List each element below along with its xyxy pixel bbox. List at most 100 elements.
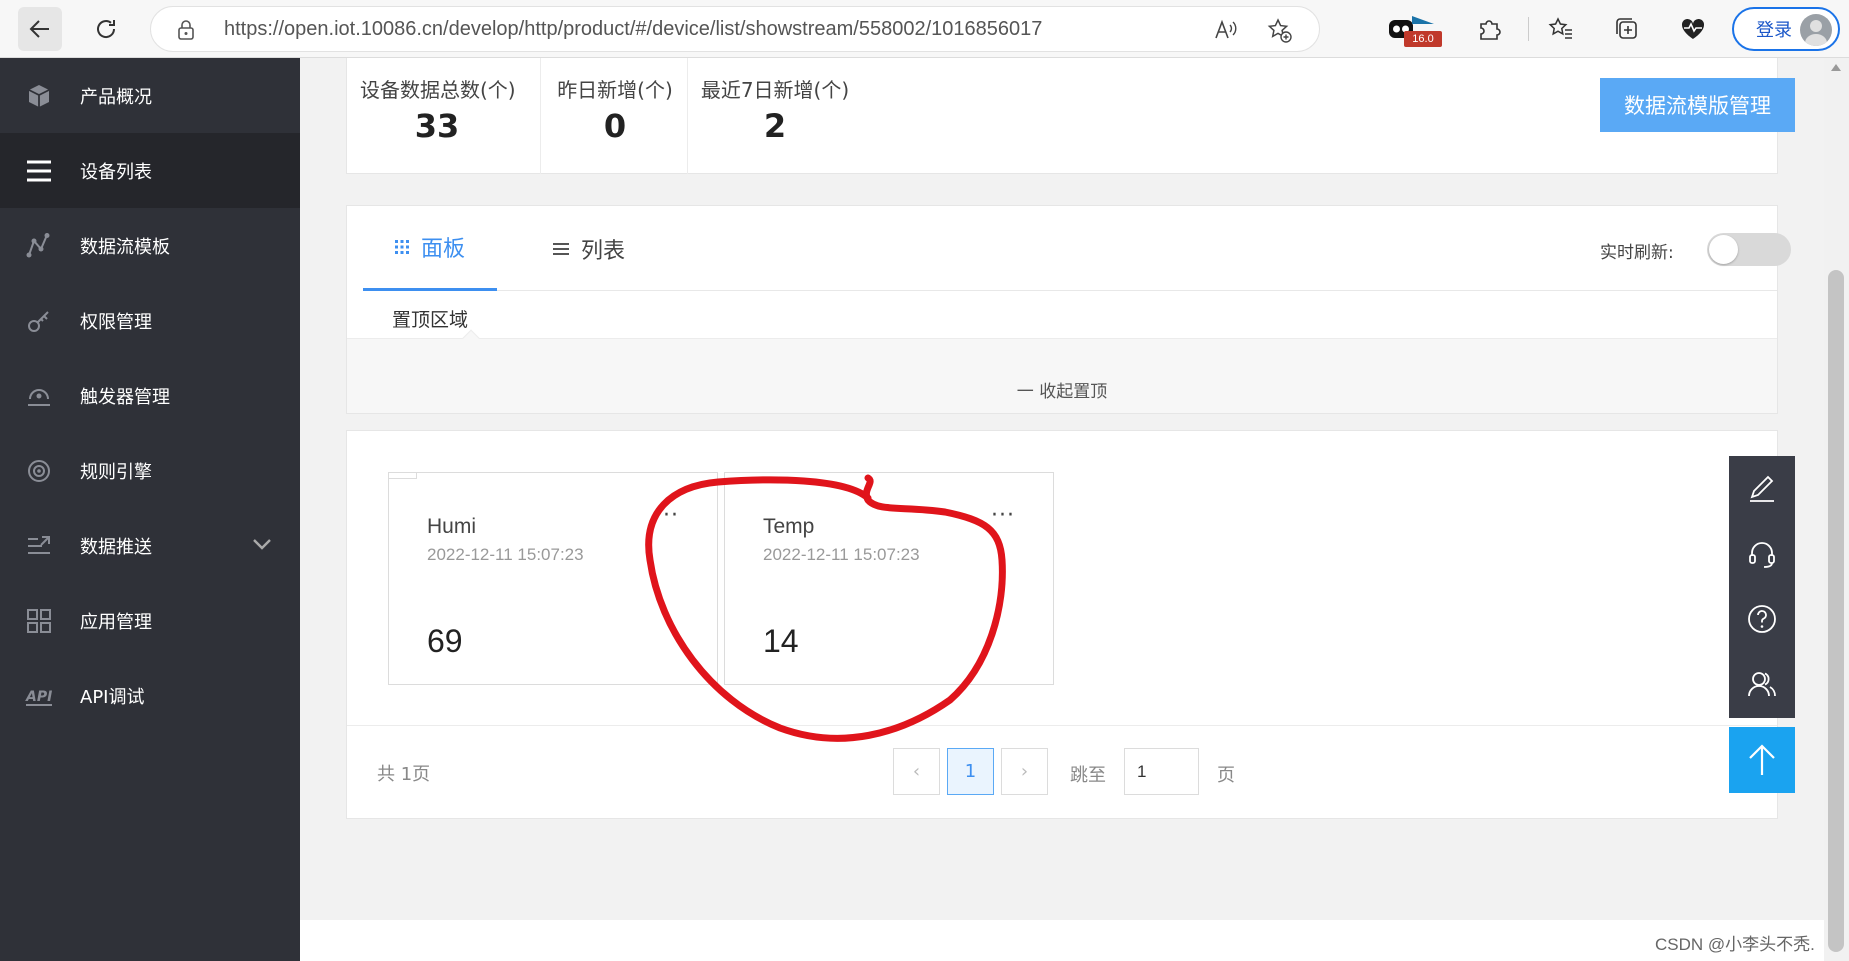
extensions-puzzle-icon[interactable]	[1474, 14, 1504, 44]
community-button[interactable]	[1729, 651, 1795, 716]
watermark: CSDN @小李头不秃.	[1655, 935, 1815, 954]
favorite-add-icon[interactable]	[1267, 18, 1293, 48]
floating-toolbar	[1729, 456, 1795, 718]
card-timestamp: 2022-12-11 15:07:23	[763, 545, 920, 564]
chevron-down-icon[interactable]	[252, 536, 272, 555]
sidebar-item-triggers[interactable]: 触发器管理	[0, 358, 300, 433]
sidebar-item-label: 应用管理	[80, 611, 152, 633]
card-more-button[interactable]: ···	[655, 503, 679, 528]
headset-icon	[1749, 541, 1775, 568]
cube-icon	[24, 82, 54, 110]
arrow-up-icon	[1749, 744, 1775, 775]
sidebar-item-label: 数据流模板	[80, 236, 170, 258]
sidebar-item-rule-engine[interactable]: 规则引擎	[0, 433, 300, 508]
address-bar[interactable]: https://open.iot.10086.cn/develop/http/p…	[150, 6, 1320, 52]
card-name: Temp	[763, 515, 815, 538]
prev-page-button[interactable]: ‹	[893, 748, 940, 795]
sidebar-item-product-overview[interactable]: 产品概况	[0, 58, 300, 133]
avatar	[1800, 14, 1832, 46]
reload-button[interactable]	[84, 7, 128, 51]
next-page-button[interactable]: ›	[1001, 748, 1048, 795]
push-icon	[24, 532, 54, 560]
target-icon	[24, 457, 54, 485]
scroll-up-arrow-icon[interactable]	[1831, 64, 1841, 71]
toggle-knob	[1709, 235, 1738, 264]
stat-divider	[687, 58, 688, 174]
back-button[interactable]	[18, 7, 62, 51]
sidebar-item-label: 产品概况	[80, 86, 152, 108]
pagination-total: 共 1页	[377, 764, 431, 785]
stat-total-value: 33	[414, 107, 460, 145]
question-icon	[1748, 604, 1776, 633]
stream-icon	[24, 232, 54, 260]
tab-list[interactable]: 列表	[553, 206, 643, 291]
pinned-area: 一 收起置顶	[347, 338, 1777, 413]
sidebar-item-data-push[interactable]: 数据推送	[0, 508, 300, 583]
back-arrow-icon	[29, 20, 49, 38]
collapse-pinned-button[interactable]: 一 收起置顶	[347, 377, 1777, 402]
feedback-button[interactable]	[1729, 456, 1795, 521]
trigger-icon	[24, 382, 54, 410]
sidebar: 产品概况 设备列表 数据流模板 权限管理 触发器管理 规则引擎 数据推送 应用管…	[0, 58, 300, 961]
support-button[interactable]	[1729, 521, 1795, 586]
datastream-card[interactable]: Temp 2022-12-11 15:07:23 14 ···	[724, 472, 1054, 685]
read-aloud-icon[interactable]	[1214, 19, 1238, 45]
toolbar-separator	[1528, 17, 1529, 41]
sidebar-item-app-management[interactable]: 应用管理	[0, 583, 300, 658]
url-text[interactable]: https://open.iot.10086.cn/develop/http/p…	[224, 18, 1042, 41]
sidebar-item-datastream-template[interactable]: 数据流模板	[0, 208, 300, 283]
view-tabs: 面板 列表 实时刷新:	[363, 206, 1791, 291]
health-heart-icon[interactable]	[1678, 14, 1708, 44]
page-suffix-label: 页	[1217, 765, 1235, 786]
jump-to-label: 跳至	[1070, 765, 1106, 786]
sidebar-item-label: 权限管理	[80, 311, 152, 333]
stat-yesterday-label: 昨日新增(个)	[557, 78, 673, 102]
login-button[interactable]: 登录	[1732, 7, 1840, 51]
api-icon: API	[24, 682, 54, 710]
card-name: Humi	[427, 515, 477, 538]
datastream-card[interactable]: Humi 2022-12-11 15:07:23 69 ···	[388, 472, 718, 685]
stat-yesterday: 昨日新增(个) 0	[554, 58, 676, 174]
sidebar-item-label: 数据推送	[80, 536, 152, 558]
svg-text:API: API	[25, 689, 52, 705]
browser-toolbar: https://open.iot.10086.cn/develop/http/p…	[0, 0, 1849, 58]
login-label: 登录	[1756, 20, 1792, 41]
realtime-refresh-toggle[interactable]	[1707, 233, 1791, 266]
datastream-cards-panel: Humi 2022-12-11 15:07:23 69 ··· Temp 202…	[346, 430, 1778, 819]
list-icon	[24, 157, 54, 185]
page-scrollbar[interactable]	[1824, 58, 1849, 961]
extension-badge: 16.0	[1404, 31, 1442, 47]
list-lines-icon	[553, 242, 569, 255]
card-value: 14	[763, 623, 799, 659]
realtime-refresh-label: 实时刷新:	[1600, 243, 1674, 263]
datastream-template-button[interactable]: 数据流模版管理	[1600, 78, 1795, 132]
card-more-button[interactable]: ···	[991, 503, 1015, 528]
stat-week: 最近7日新增(个) 2	[700, 58, 850, 174]
sidebar-item-api-debug[interactable]: API API调试	[0, 658, 300, 733]
tab-panel-label: 面板	[420, 237, 465, 262]
grid-icon	[24, 607, 54, 635]
card-value: 69	[427, 623, 463, 659]
stat-total: 设备数据总数(个) 33	[360, 58, 516, 174]
back-to-top-button[interactable]	[1729, 727, 1795, 793]
pagination-divider	[347, 725, 1777, 726]
view-panel: 面板 列表 实时刷新: 置顶区域 一 收起置顶	[346, 205, 1791, 414]
jump-page-input[interactable]	[1124, 748, 1199, 795]
stat-week-value: 2	[763, 107, 787, 145]
lock-icon	[177, 20, 195, 44]
grid-dots-icon	[394, 240, 409, 254]
favorites-icon[interactable]	[1546, 14, 1576, 44]
stats-summary: 设备数据总数(个) 33 昨日新增(个) 0 最近7日新增(个) 2 数据流模版…	[346, 58, 1795, 174]
tab-panel[interactable]: 面板	[363, 206, 497, 291]
sidebar-item-permissions[interactable]: 权限管理	[0, 283, 300, 358]
stat-divider	[540, 58, 541, 174]
stat-week-label: 最近7日新增(个)	[700, 78, 850, 102]
sidebar-item-device-list[interactable]: 设备列表	[0, 133, 300, 208]
scrollbar-thumb[interactable]	[1828, 270, 1844, 952]
sidebar-item-label: 设备列表	[80, 161, 152, 183]
stat-yesterday-value: 0	[603, 107, 627, 145]
help-button[interactable]	[1729, 586, 1795, 651]
current-page-button[interactable]: 1	[947, 748, 994, 795]
edit-icon	[1750, 475, 1774, 502]
collections-icon[interactable]	[1612, 14, 1642, 44]
